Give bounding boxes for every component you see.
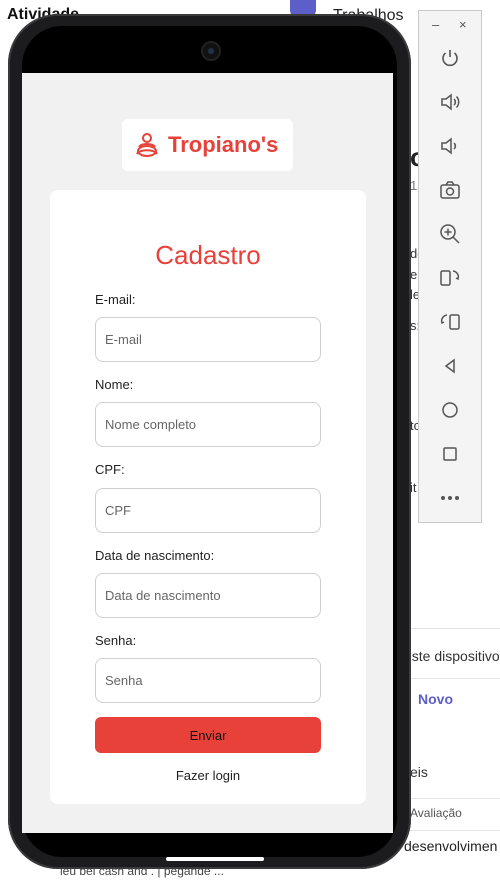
development-text: desenvolvimen xyxy=(404,838,498,854)
tropianos-logo-icon xyxy=(136,133,158,157)
password-label: Senha: xyxy=(95,633,137,648)
zoom-in-icon[interactable] xyxy=(437,221,463,247)
emulator-toolbar: – × xyxy=(418,10,482,523)
brand-name: Tropiano's xyxy=(168,132,279,157)
cpf-field[interactable] xyxy=(95,488,321,533)
cpf-label: CPF: xyxy=(95,462,125,477)
birthdate-field[interactable] xyxy=(95,573,321,618)
rotate-left-icon[interactable] xyxy=(437,265,463,291)
page-title: Cadastro xyxy=(155,240,261,270)
email-field[interactable] xyxy=(95,317,321,362)
power-icon[interactable] xyxy=(437,45,463,71)
overview-icon[interactable] xyxy=(437,441,463,467)
device-text: este dispositivo xyxy=(404,648,500,664)
birthdate-label: Data de nascimento: xyxy=(95,548,215,563)
signup-card: Cadastro E-mail: Nome: CPF: Data de nasc… xyxy=(50,190,366,804)
more-icon[interactable] xyxy=(437,485,463,511)
back-icon[interactable] xyxy=(437,353,463,379)
novo-link[interactable]: Novo xyxy=(418,691,453,707)
evaluation-label: Avaliação xyxy=(410,806,462,820)
volume-down-icon[interactable] xyxy=(437,133,463,159)
front-camera-icon xyxy=(201,41,221,61)
home-icon[interactable] xyxy=(437,397,463,423)
name-label: Nome: xyxy=(95,377,134,392)
submit-button[interactable]: Enviar xyxy=(95,717,321,753)
email-label: E-mail: xyxy=(95,292,136,307)
background-text-fragment: eis xyxy=(410,764,428,780)
divider xyxy=(395,830,500,831)
login-link[interactable]: Fazer login xyxy=(50,768,366,783)
camera-icon[interactable] xyxy=(437,177,463,203)
rotate-right-icon[interactable] xyxy=(437,309,463,335)
gesture-bar[interactable] xyxy=(166,857,264,861)
brand-logo: Tropiano's xyxy=(122,119,293,171)
name-field[interactable] xyxy=(95,402,321,447)
minimize-button[interactable]: – xyxy=(432,17,439,32)
volume-up-icon[interactable] xyxy=(437,89,463,115)
app-screen: Tropiano's Cadastro E-mail: Nome: CPF: D… xyxy=(22,73,393,833)
close-button[interactable]: × xyxy=(459,17,467,32)
password-field[interactable] xyxy=(95,658,321,703)
background-text-fragment: e xyxy=(410,267,418,282)
